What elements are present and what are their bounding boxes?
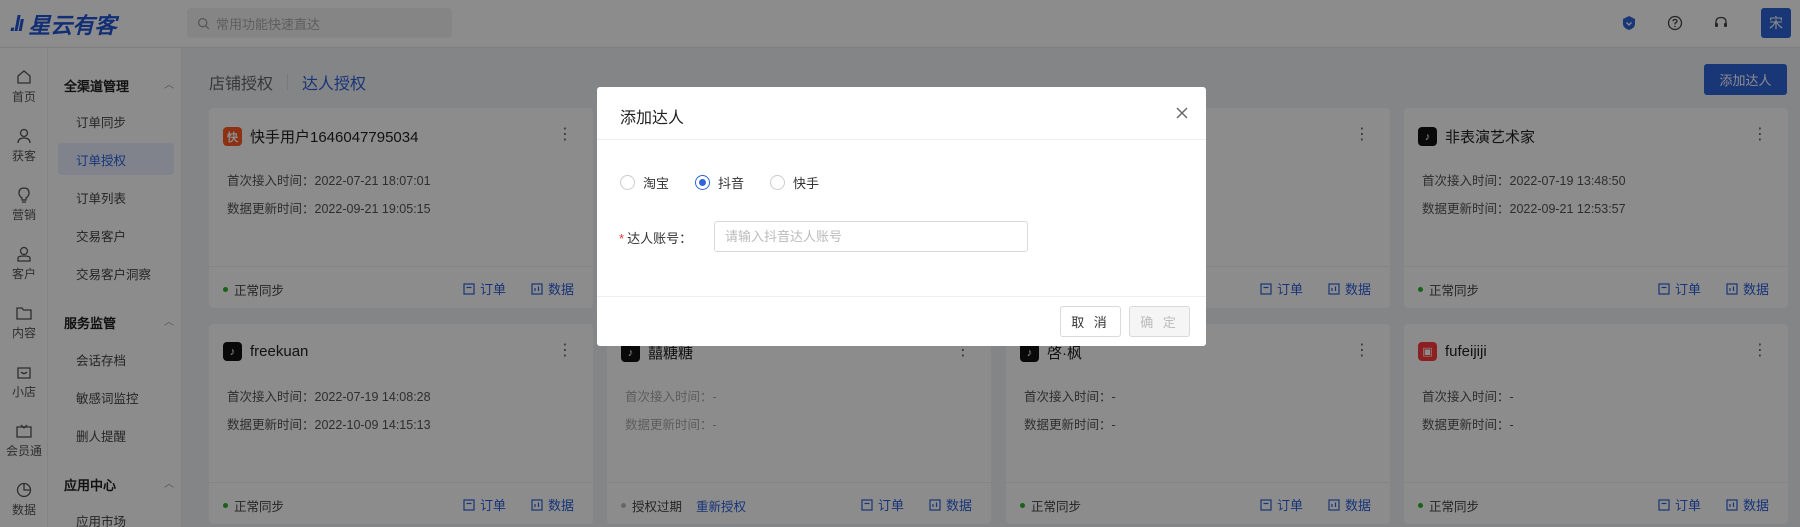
radio-kuaishou[interactable]: 快手 <box>770 173 819 192</box>
radio-circle-selected[interactable] <box>695 175 711 190</box>
radio-circle[interactable] <box>770 175 786 190</box>
close-icon[interactable] <box>1173 104 1191 122</box>
radio-circle[interactable] <box>620 175 635 190</box>
radio-label: 淘宝 <box>643 176 670 191</box>
radio-taobao[interactable]: 淘宝 <box>620 173 669 192</box>
radio-label: 快手 <box>793 176 820 191</box>
add-influencer-dialog: 添加达人 淘宝 抖音 快手 *达人账号： 取 消 确 定 <box>597 87 1206 346</box>
dialog-footer: 取 消 确 定 <box>597 296 1206 346</box>
platform-radio-group: 淘宝 抖音 快手 <box>620 173 829 192</box>
dialog-title: 添加达人 <box>620 110 685 127</box>
required-marker: * <box>619 231 625 246</box>
radio-douyin[interactable]: 抖音 <box>695 173 744 192</box>
influencer-account-input[interactable] <box>714 221 1028 252</box>
dialog-header: 添加达人 <box>597 87 1206 140</box>
account-field-label: * 达人账号： <box>619 228 692 247</box>
radio-label: 抖音 <box>718 176 745 191</box>
cancel-button[interactable]: 取 消 <box>1060 306 1121 337</box>
confirm-button[interactable]: 确 定 <box>1129 306 1190 337</box>
field-label-text: 达人账号： <box>627 231 693 246</box>
